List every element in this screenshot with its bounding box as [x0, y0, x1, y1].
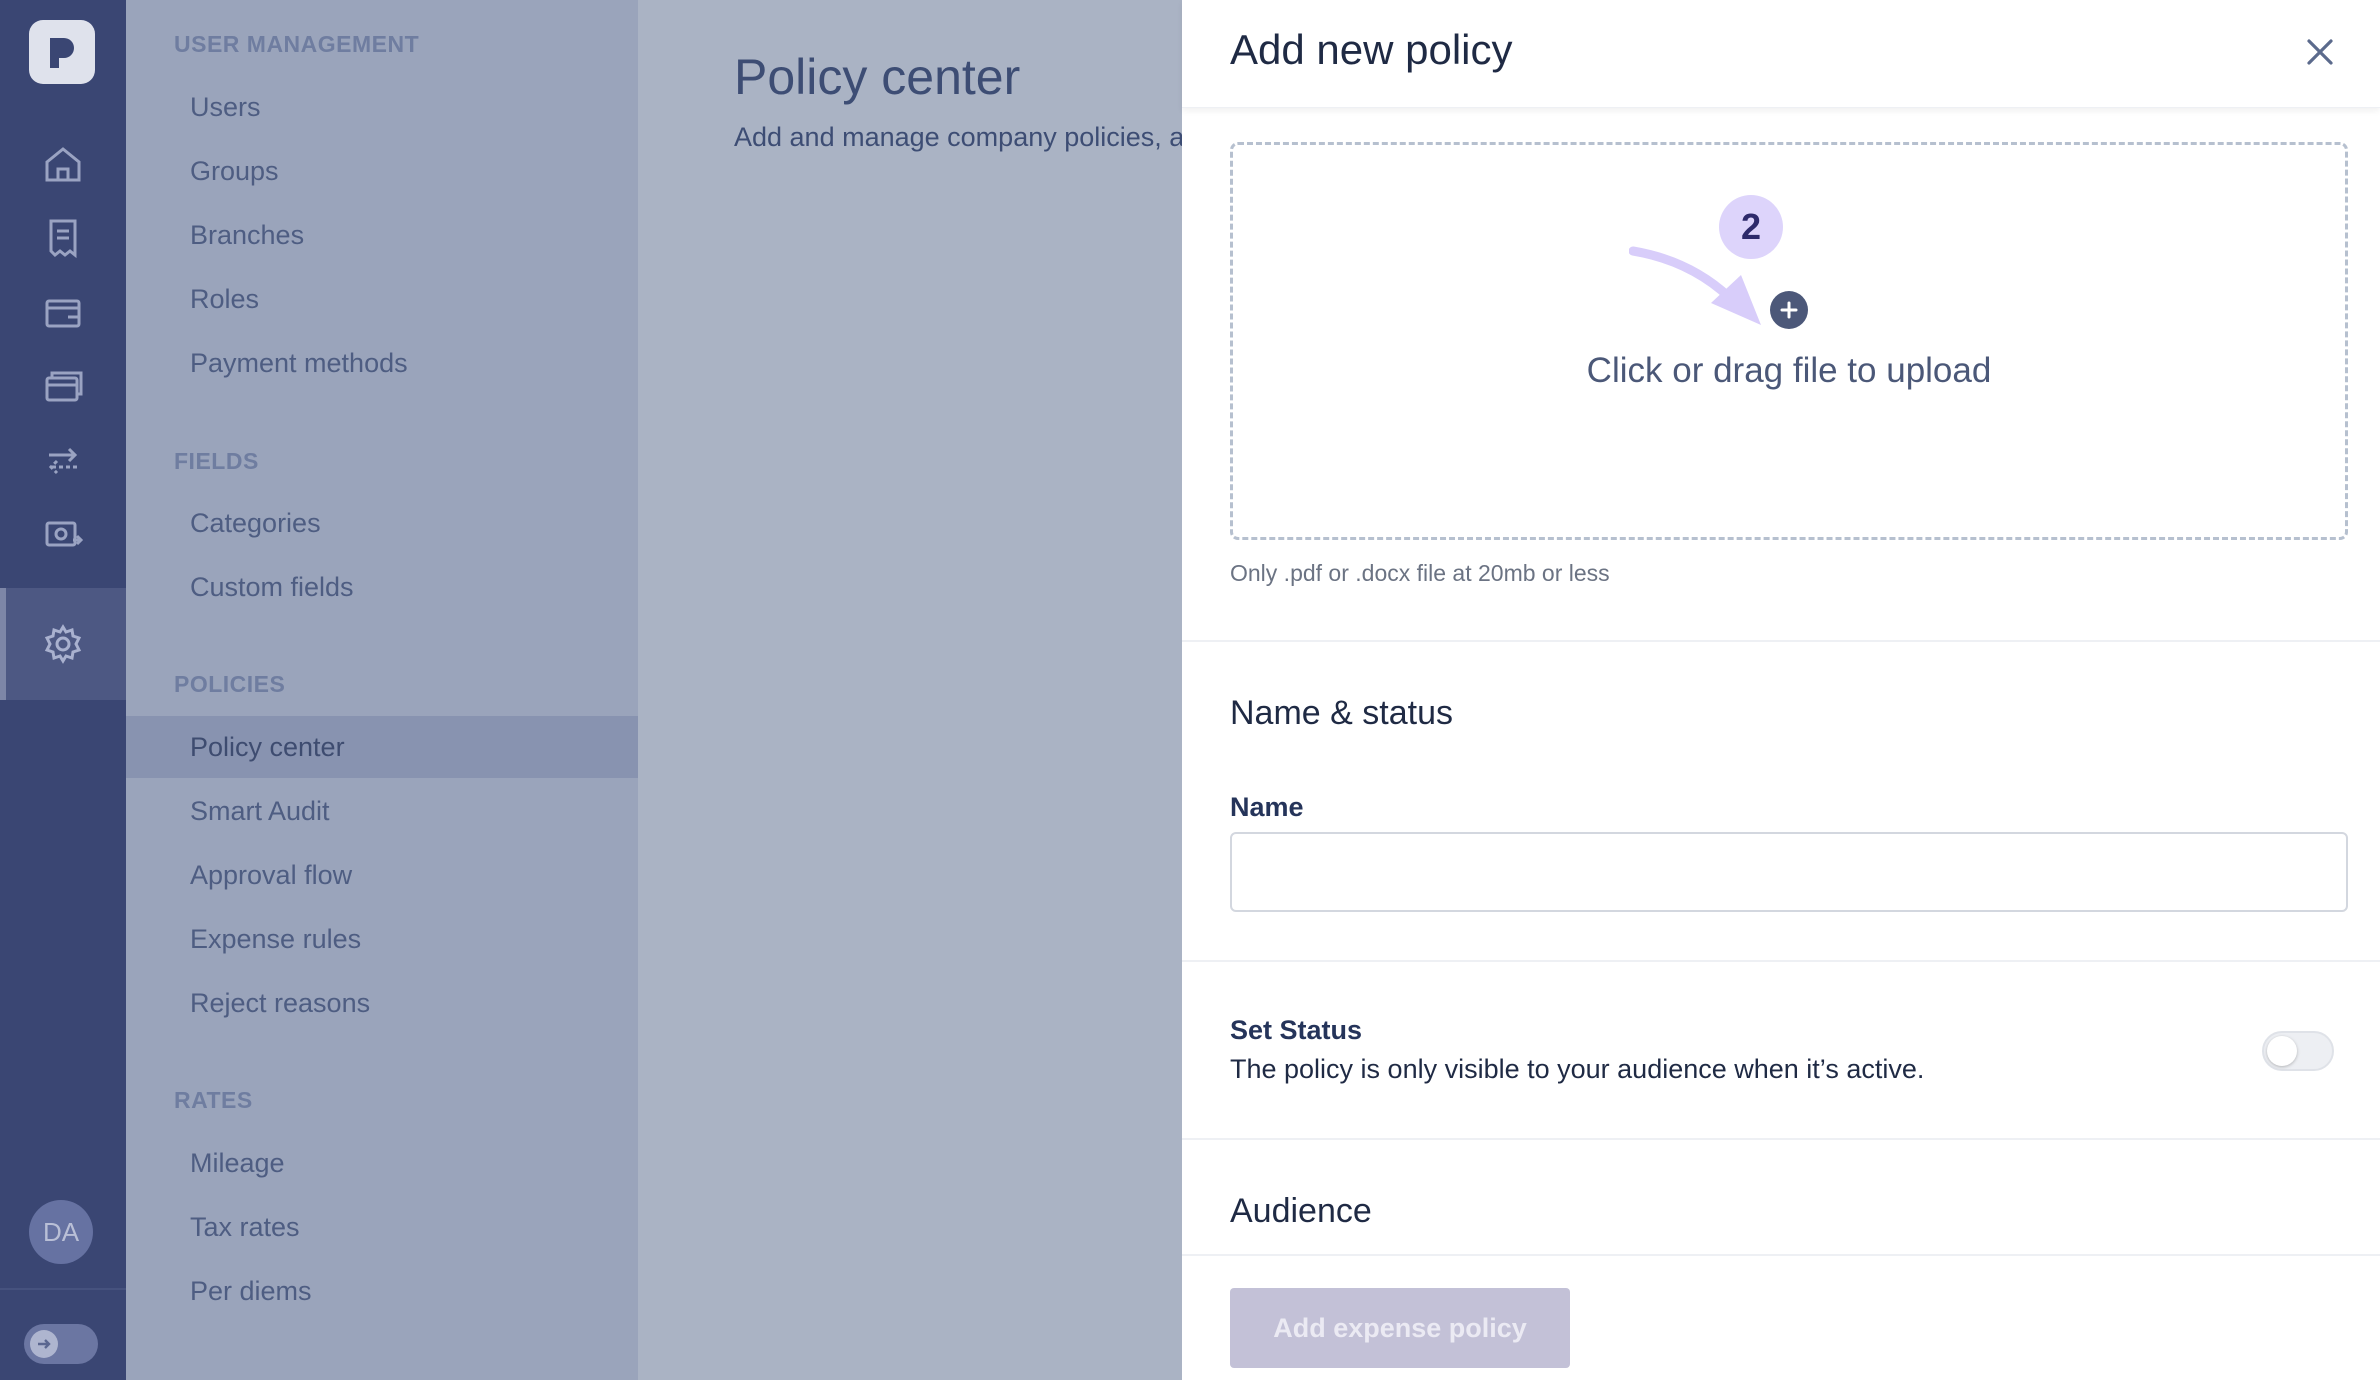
name-label: Name [1230, 792, 1304, 822]
status-description: The policy is only visible to your audie… [1230, 1054, 1925, 1084]
settings-nav: USER MANAGEMENT Users Groups Branches Ro… [126, 0, 638, 1380]
rail-divider [0, 1288, 126, 1290]
add-expense-policy-button[interactable]: Add expense policy [1230, 1288, 1570, 1368]
drawer-title: Add new policy [1230, 26, 1513, 73]
section-divider [1182, 640, 2380, 642]
nav-item-policy-center[interactable]: Policy center [126, 716, 638, 778]
collapse-toggle[interactable] [24, 1324, 98, 1364]
arrow-right-icon [30, 1330, 58, 1358]
name-status-heading: Name & status [1230, 694, 1453, 732]
section-divider [1182, 960, 2380, 962]
nav-item-roles[interactable]: Roles [126, 268, 638, 330]
close-icon[interactable] [2298, 30, 2342, 74]
nav-section-title: RATES [174, 1087, 253, 1113]
nav-item-custom-fields[interactable]: Custom fields [126, 556, 638, 618]
nav-item-expense-rules[interactable]: Expense rules [126, 908, 638, 970]
page-subtitle: Add and manage company policies, a [734, 122, 1182, 152]
add-policy-drawer: Add new policy 2 Click or drag file to u… [1182, 0, 2380, 1380]
icon-rail: DA [0, 0, 126, 1380]
nav-item-approval-flow[interactable]: Approval flow [126, 844, 638, 906]
section-divider [1182, 1254, 2380, 1256]
file-dropzone[interactable]: 2 Click or drag file to upload [1230, 142, 2348, 540]
nav-item-tax-rates[interactable]: Tax rates [126, 1196, 638, 1258]
main-content: Policy center Add and manage company pol… [638, 0, 1182, 1380]
section-divider [1182, 1138, 2380, 1140]
set-status-label: Set Status [1230, 1015, 1363, 1045]
nav-item-payment-methods[interactable]: Payment methods [126, 332, 638, 394]
nav-section-title: FIELDS [174, 448, 259, 474]
settings-icon[interactable] [0, 588, 126, 700]
audience-heading: Audience [1230, 1192, 1372, 1230]
nav-section-title: USER MANAGEMENT [174, 31, 420, 57]
logo-icon[interactable] [29, 20, 95, 84]
nav-item-mileage[interactable]: Mileage [126, 1132, 638, 1194]
status-toggle[interactable] [2262, 1031, 2334, 1071]
page-title: Policy center [734, 49, 1021, 105]
upload-plus-icon[interactable] [1770, 291, 1808, 329]
upload-instructions: Click or drag file to upload [1586, 351, 1992, 390]
avatar[interactable]: DA [29, 1200, 93, 1264]
nav-item-branches[interactable]: Branches [126, 204, 638, 266]
nav-item-reject-reasons[interactable]: Reject reasons [126, 972, 638, 1034]
nav-item-categories[interactable]: Categories [126, 492, 638, 554]
nav-item-per-diems[interactable]: Per diems [126, 1260, 638, 1322]
nav-item-users[interactable]: Users [126, 76, 638, 138]
upload-hint: Only .pdf or .docx file at 20mb or less [1230, 560, 1610, 586]
nav-section-title: POLICIES [174, 671, 286, 697]
nav-item-smart-audit[interactable]: Smart Audit [126, 780, 638, 842]
toggle-knob [2267, 1036, 2297, 1066]
pointer-arrow-icon [1629, 246, 1761, 325]
name-input[interactable] [1230, 832, 2348, 912]
drawer-header: Add new policy [1182, 0, 2380, 108]
nav-item-groups[interactable]: Groups [126, 140, 638, 202]
